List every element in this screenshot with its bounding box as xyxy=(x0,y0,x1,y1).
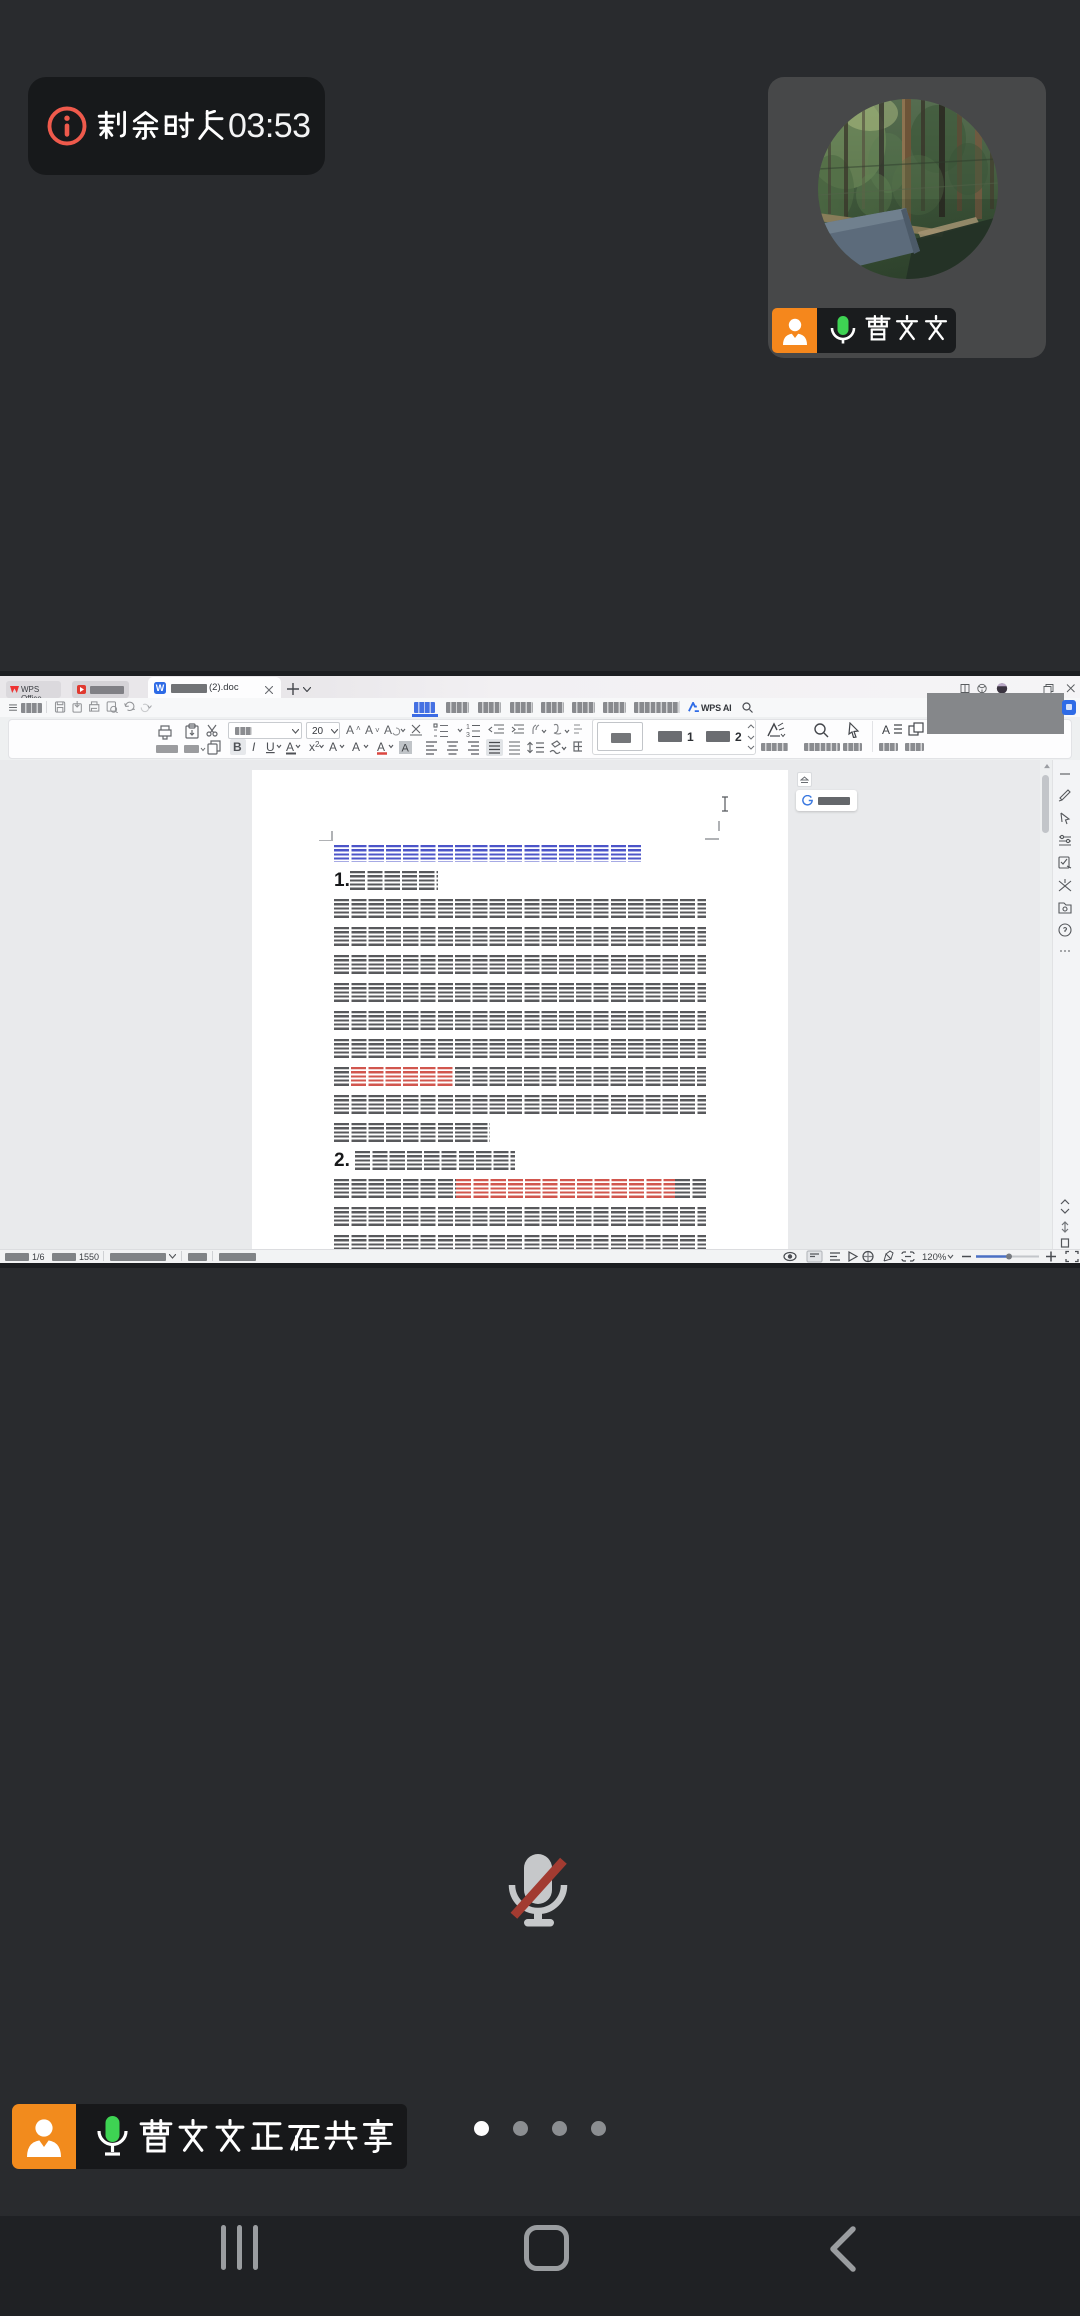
svg-text:˄: ˄ xyxy=(356,724,361,733)
svg-text:A: A xyxy=(286,740,294,754)
svg-text:1: 1 xyxy=(466,724,470,731)
svg-text:I: I xyxy=(252,740,256,754)
svg-text:A: A xyxy=(329,740,337,754)
svg-text:2: 2 xyxy=(315,740,320,749)
svg-text:U: U xyxy=(266,740,275,754)
svg-text:3: 3 xyxy=(466,732,470,739)
svg-text:A: A xyxy=(402,743,410,755)
svg-text:B: B xyxy=(233,740,242,754)
svg-text:A: A xyxy=(346,723,354,737)
svg-text:A: A xyxy=(384,723,392,737)
svg-text:A: A xyxy=(377,740,385,754)
svg-text:A: A xyxy=(352,740,360,754)
svg-text:120%: 120% xyxy=(922,1252,947,1263)
svg-text:A: A xyxy=(365,723,373,737)
svg-text:˅: ˅ xyxy=(375,726,380,735)
svg-text:A: A xyxy=(882,723,890,737)
